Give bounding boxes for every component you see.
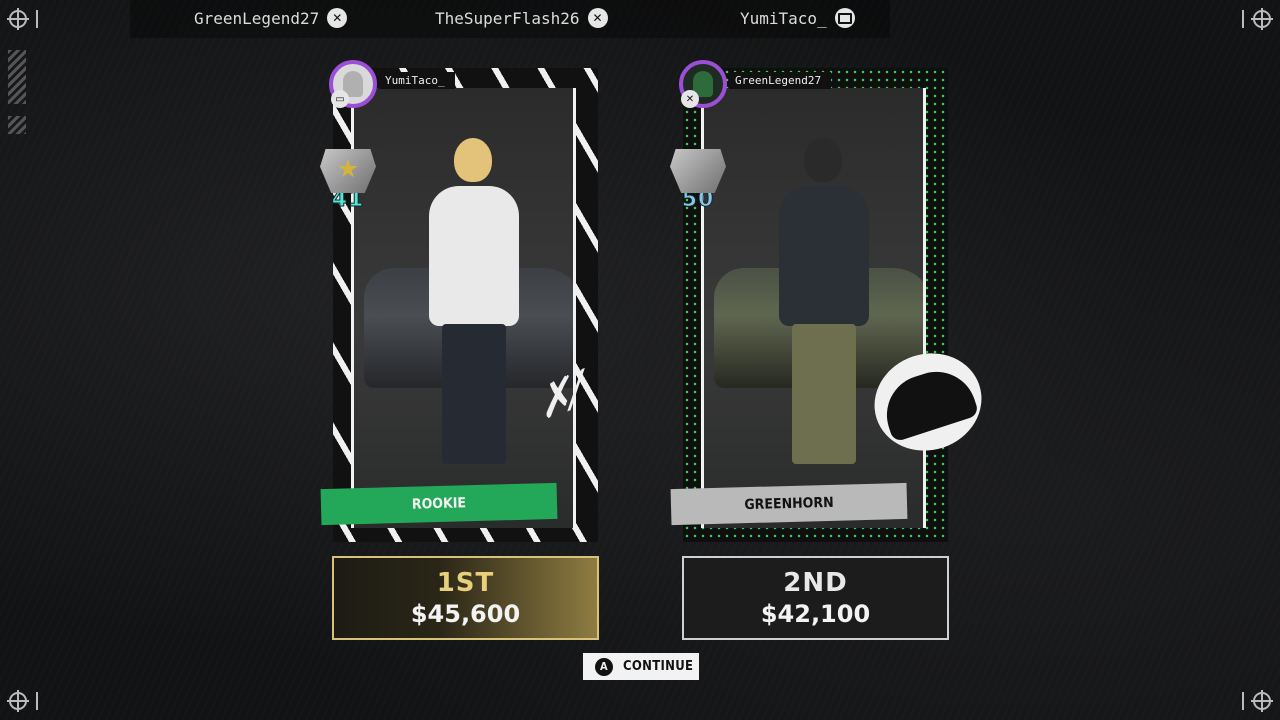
piston-star-icon (320, 149, 376, 193)
xbox-icon: ✕ (681, 90, 699, 108)
lobby-player-name: GreenLegend27 (194, 8, 320, 28)
hazard-stripes (8, 50, 26, 104)
player-card-second[interactable]: ✕ GreenLegend27 50 GREENHORN (670, 60, 948, 542)
piston-icon (670, 149, 726, 193)
placement-label: 2ND (783, 568, 848, 598)
corner-divider (36, 692, 38, 710)
lobby-player[interactable]: TheSuperFlash26 ✕ (435, 8, 608, 28)
background-texture (0, 0, 1280, 720)
a-button-icon: A (595, 657, 613, 676)
xbox-icon: ✕ (327, 8, 348, 28)
corner-divider (1242, 692, 1244, 710)
result-box-second: 2ND $42,100 (682, 556, 949, 640)
lobby-player-name: YumiTaco_ (740, 8, 827, 28)
player-photo (351, 88, 576, 528)
earnings-value: $45,600 (410, 600, 521, 628)
level-badge: 41 (315, 136, 381, 213)
xbox-icon: ✕ (587, 8, 608, 28)
continue-label: CONTINUE (623, 659, 694, 674)
player-photo (701, 88, 926, 528)
driver-figure (424, 138, 524, 478)
earnings-value: $42,100 (760, 600, 871, 628)
continue-button[interactable]: A CONTINUE (583, 653, 699, 680)
card-player-name: GreenLegend27 (729, 72, 832, 89)
crosshair-icon (7, 8, 29, 30)
rank-title-banner: GREENHORN (670, 482, 908, 526)
player-card-first[interactable]: ▭ YumiTaco_ 41 ROOKIE (320, 60, 598, 542)
pc-icon: ▭ (331, 90, 349, 108)
lobby-player-name: TheSuperFlash26 (435, 8, 580, 28)
hazard-stripes (8, 116, 26, 134)
driver-figure (774, 138, 874, 478)
avatar: ▭ (329, 60, 377, 108)
corner-divider (1242, 10, 1244, 28)
card-player-name: YumiTaco_ (379, 72, 455, 89)
lobby-player[interactable]: YumiTaco_ (740, 8, 855, 28)
avatar: ✕ (679, 60, 727, 108)
crosshair-icon (1251, 8, 1273, 30)
result-box-first: 1ST $45,600 (332, 556, 599, 640)
crosshair-icon (7, 690, 29, 712)
corner-divider (36, 10, 38, 28)
placement-label: 1ST (436, 568, 495, 598)
pc-icon (834, 8, 855, 28)
crosshair-icon (1251, 690, 1273, 712)
rank-title-banner: ROOKIE (320, 482, 558, 526)
level-badge: 50 (665, 136, 731, 213)
lobby-player[interactable]: GreenLegend27 ✕ (194, 8, 348, 28)
